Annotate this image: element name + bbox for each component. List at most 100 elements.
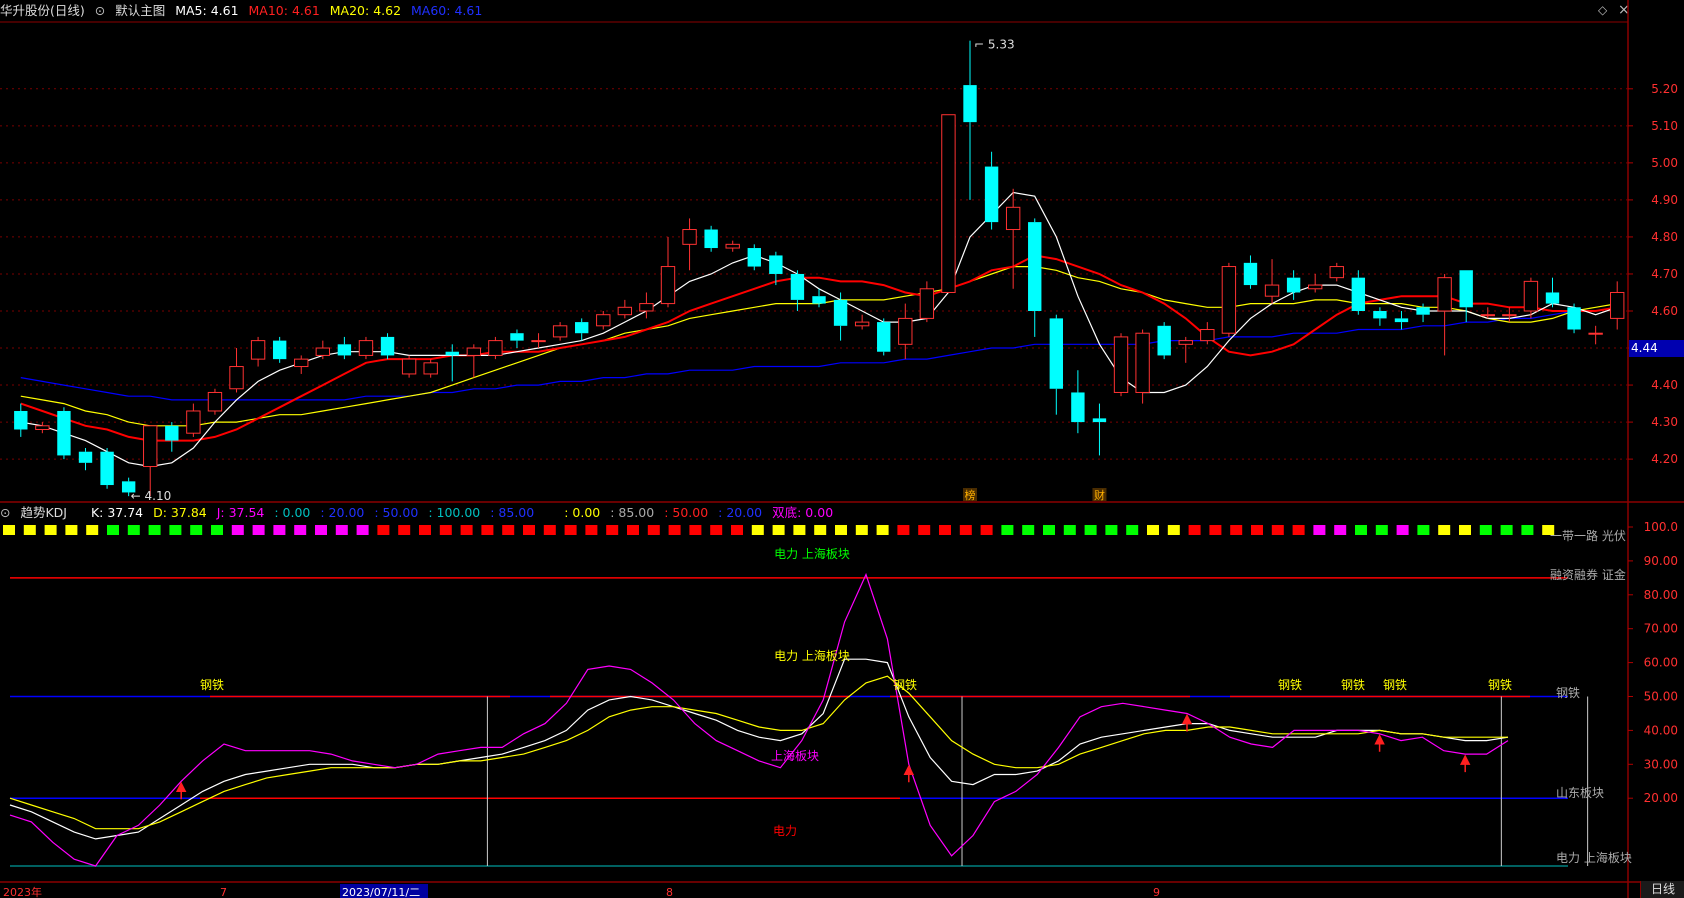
signal-square — [1521, 525, 1534, 535]
low-price-label: ← 4.10 — [131, 489, 172, 503]
candle-body-up — [423, 362, 438, 375]
signal-square — [460, 525, 473, 535]
signal-square — [127, 525, 140, 535]
candle-body-down — [833, 299, 848, 326]
signal-square — [668, 525, 681, 535]
price-tick-label: 5.00 — [1651, 156, 1678, 170]
candle-body-up — [1610, 291, 1625, 319]
candle-body-down — [380, 336, 395, 356]
signal-square — [918, 525, 931, 535]
candle-body-up — [660, 266, 676, 305]
signal-square — [294, 525, 307, 535]
candle-body-up — [898, 317, 913, 345]
candle-body-down — [1373, 310, 1387, 319]
kdj-sector-label: 钢铁 — [1488, 678, 1512, 692]
signal-square — [65, 525, 78, 535]
event-marker: 榜 — [965, 488, 976, 502]
signal-square — [273, 525, 286, 535]
candle-body-down — [812, 296, 826, 304]
buy-arrow — [1181, 713, 1193, 732]
candle-body-up — [1178, 340, 1193, 345]
price-tick-label: 5.20 — [1651, 82, 1678, 96]
candle-body-up — [941, 114, 956, 293]
candle-body-down — [1394, 318, 1409, 323]
candle-body-up — [250, 340, 266, 360]
candle-body-up — [725, 243, 740, 249]
signal-square — [335, 525, 348, 535]
high-price-label: ⌐ 5.33 — [974, 38, 1015, 52]
kdj-sector-label: 电力 — [773, 824, 797, 838]
signal-square — [1271, 525, 1284, 535]
signal-square — [523, 525, 535, 535]
candle-body-up — [315, 347, 331, 356]
current-price-badge: 4.44 — [1629, 340, 1684, 357]
signal-square — [1417, 525, 1430, 535]
signal-square — [356, 525, 369, 535]
signal-square — [107, 525, 119, 535]
signal-square — [1043, 525, 1055, 535]
candle-body-up — [35, 425, 50, 430]
candle-body-up — [1005, 206, 1021, 231]
candle-body-down — [1071, 392, 1085, 423]
price-tick-label: 5.10 — [1651, 119, 1678, 133]
candle-body-down — [57, 410, 71, 456]
kdj-right-label: 电力 上海板块 — [1556, 850, 1632, 865]
signal-square — [377, 525, 390, 535]
kdj-sector-label: 钢铁 — [200, 678, 224, 692]
signal-square — [855, 525, 868, 535]
candle-body-down — [747, 248, 761, 267]
signal-square — [3, 525, 15, 535]
candle-body-up — [617, 306, 633, 316]
candle-body-down — [790, 273, 805, 300]
signal-square — [710, 525, 723, 535]
signal-square — [1396, 525, 1409, 535]
stock-chart[interactable]: 4.204.304.404.504.604.704.804.905.005.10… — [0, 0, 1684, 898]
signal-square — [1313, 525, 1326, 535]
kdj-d-line — [9, 675, 1508, 830]
candle-body-down — [1157, 325, 1171, 356]
candle-body-down — [1092, 418, 1107, 423]
price-tick-label: 4.90 — [1651, 193, 1678, 207]
signal-square — [502, 525, 515, 535]
x-axis-label: 7 — [220, 886, 227, 898]
signal-square — [1022, 525, 1035, 535]
buy-arrow — [175, 781, 187, 800]
kdj-tick-label: 40.00 — [1644, 723, 1678, 737]
candle-body-up — [1113, 336, 1129, 393]
x-axis-label: 9 — [1153, 886, 1160, 898]
candle-body-up — [1329, 266, 1344, 279]
candle-body-up — [1264, 284, 1280, 297]
kdj-tick-label: 70.00 — [1644, 622, 1678, 636]
buy-arrow — [1459, 754, 1471, 773]
kdj-sector-label: 钢铁 — [1341, 678, 1365, 692]
kdj-right-label: 钢铁 — [1556, 686, 1580, 700]
candle-body-up — [596, 314, 611, 327]
candle-body-down — [100, 451, 114, 486]
candle-body-up — [919, 288, 935, 319]
candle-body-down — [1049, 318, 1063, 389]
candle-body-down — [337, 344, 352, 356]
candle-body-down — [769, 255, 783, 274]
candle-body-down — [1545, 292, 1560, 304]
kdj-sector-label: 钢铁 — [1278, 678, 1302, 692]
candle-body-up — [639, 303, 654, 312]
signal-square — [814, 525, 827, 535]
period-tab-daily[interactable]: 日线 — [1640, 881, 1684, 898]
candle-body-down — [78, 451, 93, 463]
candle-body-up — [1135, 332, 1150, 393]
price-tick-label: 4.20 — [1651, 452, 1678, 466]
kdj-sector-label: 上海板块 — [771, 748, 819, 763]
candle-body-down — [704, 229, 718, 249]
kdj-tick-label: 90.00 — [1644, 554, 1678, 568]
kdj-right-label: 山东板块 — [1556, 786, 1604, 800]
candle-body-down — [510, 333, 524, 341]
candle-body-down — [575, 322, 589, 334]
candle-body-up — [488, 340, 503, 356]
price-tick-label: 4.40 — [1651, 378, 1678, 392]
candle-body-up — [1200, 329, 1215, 342]
candle-body-up — [229, 366, 244, 390]
signal-square — [1334, 525, 1347, 535]
signal-square — [835, 525, 847, 535]
signal-square — [1001, 525, 1014, 535]
candle-body-up — [1307, 284, 1323, 290]
